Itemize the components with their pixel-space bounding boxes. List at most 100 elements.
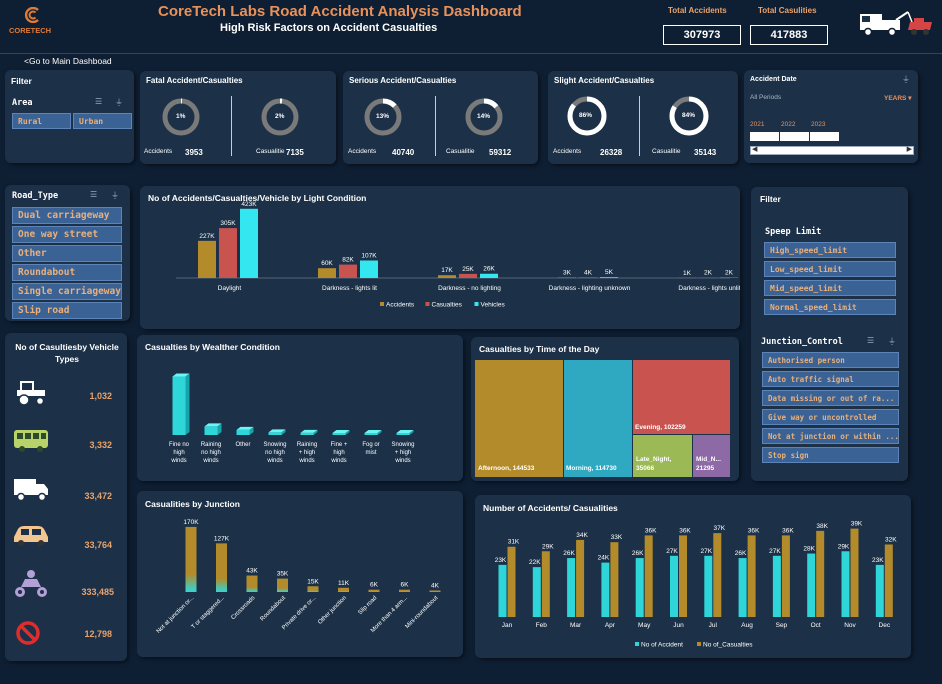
junction-option-authorised[interactable]: Authorised person — [762, 352, 899, 368]
monthly-bar-label: 28K — [803, 546, 815, 553]
total-casualties-label: Total Casulities — [758, 6, 817, 15]
weather-category-label: winds — [394, 458, 410, 464]
junction-bar — [307, 586, 319, 592]
area-option-urban[interactable]: Urban — [73, 113, 132, 129]
road-option-other[interactable]: Other — [12, 245, 122, 262]
junction-bar-label: 11K — [338, 580, 350, 587]
junction-category-label: T or staggered... — [191, 595, 227, 631]
light-bar — [198, 240, 216, 278]
monthly-category-label: Feb — [536, 622, 548, 629]
speed-option-high[interactable]: High_speed_limit — [764, 242, 896, 258]
monthly-bar — [635, 558, 644, 617]
junction-bar — [185, 526, 197, 592]
road-option-oneway[interactable]: One way street — [12, 226, 122, 243]
junction-category-label: Slip road — [357, 595, 378, 616]
slight-title: Slight Accident/Casualties — [554, 76, 655, 85]
scroll-left-icon[interactable]: ◀ — [752, 145, 757, 153]
junction-category-label: Other junction — [317, 595, 348, 626]
monthly-bar — [807, 553, 816, 617]
weather-category-label: winds — [170, 458, 186, 464]
monthly-bar — [644, 535, 653, 617]
junction-bar — [338, 587, 349, 592]
monthly-bar — [713, 533, 722, 617]
weather-category-label: Fine no — [169, 442, 190, 448]
treemap-late-night-label: Late_Night, 35066 — [636, 456, 672, 472]
clear-filter-icon[interactable]: ⏚ — [115, 97, 123, 108]
junction-option-data-missing[interactable]: Data missing or out of ra... — [762, 390, 899, 406]
motorcycle-value: 333,485 — [81, 587, 114, 597]
weather-category-label: high — [333, 450, 344, 456]
road-clear-filter-icon[interactable]: ⏚ — [111, 190, 119, 201]
light-legend-label: Casualties — [432, 302, 463, 309]
monthly-bar — [532, 567, 541, 617]
light-bar-label: 3K — [563, 270, 572, 277]
weather-category-label: high — [173, 450, 184, 456]
monthly-bar-label: 36K — [782, 527, 794, 534]
speed-option-normal[interactable]: Normal_speed_limit — [764, 299, 896, 315]
light-bar-label: 1K — [683, 270, 692, 277]
total-accidents-value: 307973 — [663, 25, 741, 45]
year-bar-2021[interactable] — [750, 132, 779, 141]
junction-clear-filter-icon[interactable]: ⏚ — [888, 336, 896, 347]
monthly-bar-label: 31K — [508, 539, 520, 546]
junction-option-auto-signal[interactable]: Auto traffic signal — [762, 371, 899, 387]
monthly-legend-swatch — [697, 642, 701, 646]
date-period-label: All Periods — [750, 94, 782, 101]
date-clear-filter-icon[interactable]: ⏚ — [902, 74, 910, 85]
fatal-casualties-pct: 2% — [275, 113, 285, 120]
junction-multi-select-icon[interactable]: ☰ — [867, 336, 874, 345]
light-category-label: Darkness - lights lit — [322, 285, 377, 292]
scroll-right-icon[interactable]: ▶ — [907, 145, 912, 153]
road-option-single[interactable]: Single carriageway — [12, 283, 122, 300]
year-bar-2022[interactable] — [780, 132, 809, 141]
weather-category-label: Other — [235, 442, 250, 448]
year-bar-2023[interactable] — [810, 132, 839, 141]
monthly-bar — [704, 555, 713, 617]
area-option-rural[interactable]: Rural — [12, 113, 71, 129]
junction-option-not-at-junction[interactable]: Not at junction or within ... — [762, 428, 899, 444]
speed-option-mid[interactable]: Mid_speed_limit — [764, 280, 896, 296]
weather-bar — [332, 433, 346, 435]
monthly-bar — [576, 539, 585, 617]
back-link[interactable]: <Go to Main Dashboad — [24, 56, 112, 66]
serious-accidents-pct: 13% — [376, 113, 390, 120]
junction-option-give-way[interactable]: Give way or uncontrolled — [762, 409, 899, 425]
junction-bar-label: 6K — [401, 582, 410, 589]
monthly-bar — [850, 528, 859, 617]
monthly-bar-label: 36K — [645, 527, 657, 534]
treemap-afternoon-name: Afternoon — [478, 465, 510, 472]
junction-category-label: Crossroads — [230, 595, 256, 621]
monthly-bar-label: 26K — [563, 550, 575, 557]
treemap-evening-value: 102259 — [663, 424, 686, 431]
road-option-roundabout[interactable]: Roundabout — [12, 264, 122, 281]
truck-icon — [13, 476, 49, 507]
speed-option-low[interactable]: Low_speed_limit — [764, 261, 896, 277]
dashboard-title: CoreTech Labs Road Accident Analysis Das… — [158, 3, 522, 20]
logo-text: CORETECH — [9, 26, 52, 35]
vehicle-types-title: No of Casultiesby Vehicle Types — [15, 342, 119, 364]
treemap-evening[interactable] — [633, 360, 730, 434]
monthly-legend-swatch — [635, 642, 639, 646]
slight-card: Slight Accident/Casualties 86% Accidents… — [548, 71, 738, 164]
weather-category-label: Fine + — [331, 442, 348, 448]
timeline-scrollbar[interactable]: ◀ ▶ — [750, 146, 914, 155]
road-option-dual[interactable]: Dual carriageway — [12, 207, 122, 224]
treemap-afternoon[interactable] — [475, 360, 563, 477]
light-bar-label: 25K — [462, 266, 474, 273]
road-multi-select-icon[interactable]: ☰ — [90, 190, 97, 199]
monthly-bar-label: 33K — [611, 534, 623, 541]
junction-bar-label: 127K — [214, 535, 230, 542]
date-unit-dropdown[interactable]: YEARS ▾ — [884, 94, 911, 102]
light-category-label: Darkness - lights unlit — [678, 285, 740, 292]
serious-casualties-value: 59312 — [489, 148, 512, 157]
road-option-slip[interactable]: Slip road — [12, 302, 122, 319]
junction-option-stop-sign[interactable]: Stop sign — [762, 447, 899, 463]
treemap-morning[interactable] — [564, 360, 632, 477]
junction-bar — [246, 575, 258, 592]
multi-select-icon[interactable]: ☰ — [95, 97, 102, 106]
monthly-bar-label: 27K — [701, 548, 713, 555]
monthly-bar — [670, 555, 678, 617]
monthly-bar — [679, 535, 687, 617]
serious-accidents-label: Accidents — [348, 148, 377, 155]
fatal-card: Fatal Accident/Casualties 1% Accidents 3… — [140, 71, 336, 164]
